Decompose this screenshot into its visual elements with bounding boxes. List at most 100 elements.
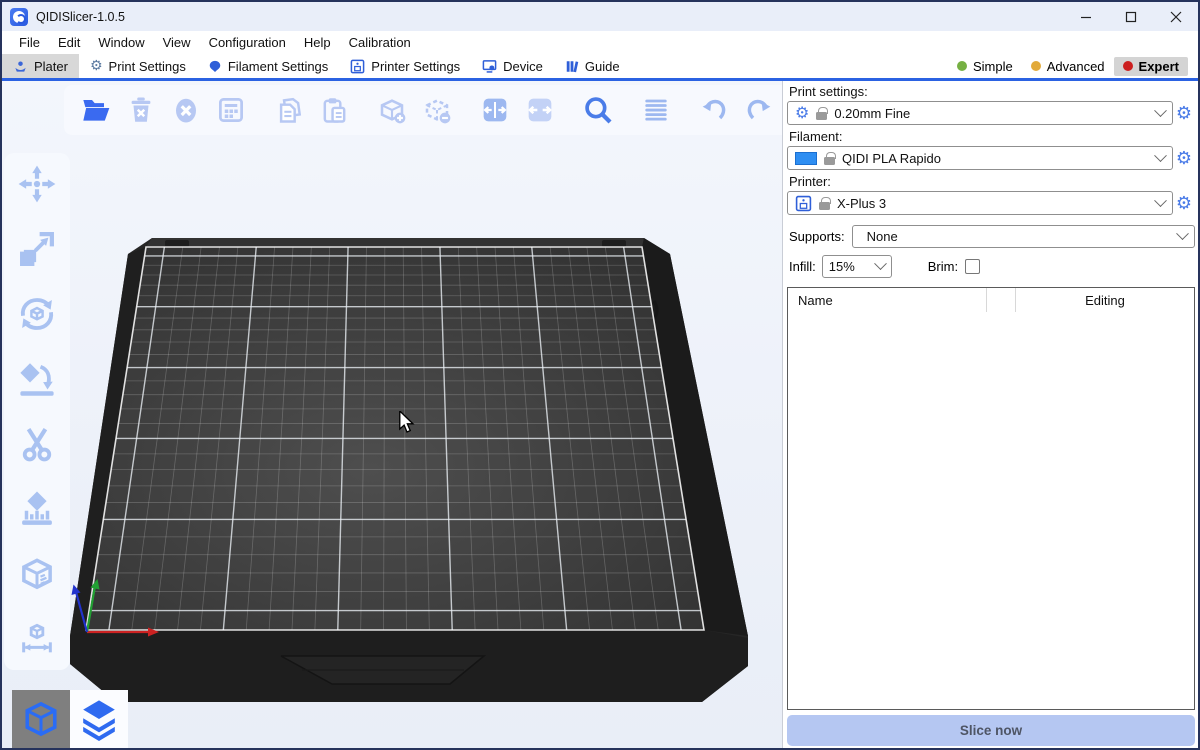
measure-icon[interactable]: [15, 617, 59, 661]
chevron-down-icon: [1154, 194, 1167, 207]
printer-value: X-Plus 3: [837, 196, 886, 211]
delete-icon[interactable]: [123, 92, 159, 128]
advanced-dot-icon: [1031, 61, 1041, 71]
arrange-icon[interactable]: [213, 92, 249, 128]
place-on-face-icon[interactable]: [15, 357, 59, 401]
undo-icon[interactable]: [696, 92, 732, 128]
menu-configuration[interactable]: Configuration: [200, 35, 295, 50]
mode-switcher: Simple Advanced Expert: [948, 54, 1198, 78]
supports-value: None: [860, 229, 898, 244]
print-settings-gear-icon: ⚙: [90, 59, 103, 73]
device-icon: [482, 59, 497, 74]
title-bar: QIDISlicer-1.0.5: [2, 2, 1198, 31]
chevron-down-icon: [1154, 149, 1167, 162]
cut-icon[interactable]: [15, 422, 59, 466]
rotate-icon[interactable]: [15, 292, 59, 336]
printer-label: Printer:: [789, 174, 1195, 189]
guide-icon: [565, 59, 579, 74]
search-icon[interactable]: [580, 92, 616, 128]
object-list-header: Name Editing: [788, 288, 1194, 312]
filament-combo[interactable]: QIDI PLA Rapido: [787, 146, 1173, 170]
delete-all-icon[interactable]: [168, 92, 204, 128]
tab-bar: Plater ⚙ Print Settings Filament Setting…: [2, 54, 1198, 81]
settings-panel: Print settings: ⚙ 0.20mm Fine ⚙ Filament…: [783, 81, 1198, 748]
remove-instance-icon[interactable]: [419, 92, 455, 128]
app-window: QIDISlicer-1.0.5 File Edit Window View C…: [0, 0, 1200, 750]
plater-icon: [13, 59, 28, 74]
brim-label: Brim:: [928, 259, 958, 274]
tab-plater[interactable]: Plater: [2, 54, 79, 78]
edit-filament-button[interactable]: ⚙: [1173, 148, 1195, 169]
edit-print-settings-button[interactable]: ⚙: [1173, 103, 1195, 124]
column-extruder: [986, 288, 1016, 312]
tab-filament-settings[interactable]: Filament Settings: [197, 54, 339, 78]
menu-file[interactable]: File: [10, 35, 49, 50]
mode-advanced[interactable]: Advanced: [1022, 57, 1114, 76]
split-to-parts-icon[interactable]: [522, 92, 558, 128]
split-to-objects-icon[interactable]: [477, 92, 513, 128]
maximize-button[interactable]: [1108, 2, 1153, 31]
menu-bar: File Edit Window View Configuration Help…: [2, 31, 1198, 54]
lock-icon: [816, 112, 827, 120]
printer-settings-icon: [350, 59, 365, 74]
lock-icon: [819, 202, 830, 210]
print-settings-combo[interactable]: ⚙ 0.20mm Fine: [787, 101, 1173, 125]
top-toolbar: [64, 85, 783, 135]
tab-device[interactable]: Device: [471, 54, 554, 78]
infill-label: Infill:: [789, 259, 816, 274]
infill-combo[interactable]: 15%: [822, 255, 892, 278]
filament-color-swatch: [795, 152, 817, 165]
column-name: Name: [788, 293, 986, 308]
tab-printer-settings[interactable]: Printer Settings: [339, 54, 471, 78]
filament-value: QIDI PLA Rapido: [842, 151, 941, 166]
minimize-button[interactable]: [1063, 2, 1108, 31]
object-list-body[interactable]: [788, 312, 1194, 709]
redo-icon[interactable]: [741, 92, 777, 128]
supports-label: Supports:: [789, 229, 845, 244]
simple-dot-icon: [957, 61, 967, 71]
preview-layers-view-icon[interactable]: [70, 690, 128, 748]
3d-editor-view-icon[interactable]: [12, 690, 70, 748]
object-list: Name Editing: [787, 287, 1195, 710]
chevron-down-icon: [1154, 104, 1167, 117]
print-settings-value: 0.20mm Fine: [834, 106, 910, 121]
print-settings-label: Print settings:: [789, 84, 1195, 99]
slice-now-button[interactable]: Slice now: [787, 715, 1195, 746]
supports-combo[interactable]: None: [852, 225, 1195, 248]
menu-calibration[interactable]: Calibration: [340, 35, 420, 50]
copy-icon[interactable]: [271, 92, 307, 128]
mode-expert[interactable]: Expert: [1114, 57, 1188, 76]
close-button[interactable]: [1153, 2, 1198, 31]
print-bed[interactable]: [2, 81, 783, 748]
paste-icon[interactable]: [316, 92, 352, 128]
menu-edit[interactable]: Edit: [49, 35, 89, 50]
menu-view[interactable]: View: [154, 35, 200, 50]
expert-dot-icon: [1123, 61, 1133, 71]
infill-value: 15%: [829, 259, 855, 274]
tab-guide[interactable]: Guide: [554, 54, 631, 78]
printer-combo[interactable]: X-Plus 3: [787, 191, 1173, 215]
chevron-down-icon: [1176, 227, 1189, 240]
lock-icon: [824, 157, 835, 165]
scale-icon[interactable]: [15, 227, 59, 271]
seam-painting-icon[interactable]: [15, 552, 59, 596]
tab-print-settings[interactable]: ⚙ Print Settings: [79, 54, 197, 78]
menu-help[interactable]: Help: [295, 35, 340, 50]
filament-label: Filament:: [789, 129, 1195, 144]
open-folder-icon[interactable]: [78, 92, 114, 128]
move-icon[interactable]: [15, 162, 59, 206]
variable-layer-height-icon[interactable]: [638, 92, 674, 128]
mode-simple[interactable]: Simple: [948, 57, 1022, 76]
view-mode-toggles: [12, 690, 128, 748]
brim-checkbox[interactable]: [965, 259, 980, 274]
menu-window[interactable]: Window: [89, 35, 153, 50]
printer-icon: [795, 195, 812, 212]
add-instance-icon[interactable]: [374, 92, 410, 128]
paint-supports-icon[interactable]: [15, 487, 59, 531]
edit-printer-button[interactable]: ⚙: [1173, 193, 1195, 214]
filament-settings-icon: [208, 59, 222, 74]
window-title: QIDISlicer-1.0.5: [36, 10, 125, 24]
viewport-3d[interactable]: [2, 81, 783, 748]
left-toolbar: [4, 153, 70, 670]
preset-gear-icon: ⚙: [795, 105, 809, 121]
